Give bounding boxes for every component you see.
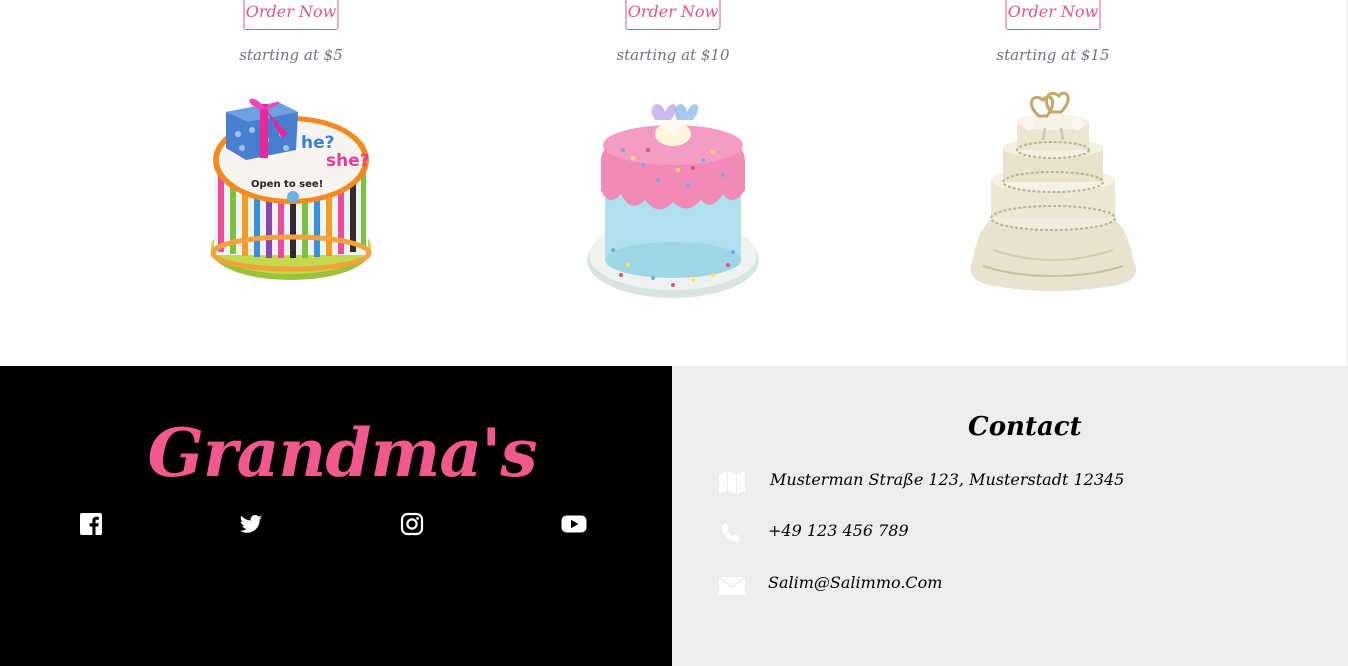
sprinkle-cake-image bbox=[587, 104, 759, 298]
footer-brand-panel: Grandma's bbox=[0, 366, 672, 666]
twitter-icon[interactable] bbox=[239, 512, 263, 536]
gender-reveal-cake-image: he? she? Open to see! bbox=[210, 98, 372, 280]
facebook-icon[interactable] bbox=[79, 512, 103, 536]
price-label: starting at $10 bbox=[616, 46, 730, 64]
map-icon bbox=[719, 471, 745, 494]
cake-text-open: Open to see! bbox=[251, 179, 323, 190]
contact-phone[interactable]: +49 123 456 789 bbox=[768, 521, 909, 540]
youtube-icon[interactable] bbox=[561, 512, 587, 536]
contact-email[interactable]: Salim@Salimmo.Com bbox=[768, 573, 942, 592]
wedding-cake-image bbox=[970, 91, 1137, 291]
order-now-button[interactable]: Order Now bbox=[625, 0, 721, 30]
order-now-button[interactable]: Order Now bbox=[243, 0, 339, 30]
phone-icon bbox=[721, 523, 740, 542]
contact-heading: Contact bbox=[968, 412, 1082, 442]
cake-text-he: he? bbox=[301, 133, 335, 153]
order-now-button[interactable]: Order Now bbox=[1005, 0, 1101, 30]
envelope-icon bbox=[718, 577, 746, 595]
price-label: starting at $15 bbox=[996, 46, 1110, 64]
brand-logo[interactable]: Grandma's bbox=[0, 414, 684, 492]
contact-address: Musterman Straße 123, Musterstadt 12345 bbox=[770, 470, 1125, 489]
products-section: Order Now starting at $5 he? she? Open t… bbox=[0, 0, 1348, 366]
price-label: starting at $5 bbox=[239, 46, 343, 64]
footer-contact-panel: Contact Musterman Straße 123, Musterstad… bbox=[672, 366, 1348, 666]
cake-text-she: she? bbox=[326, 151, 370, 171]
instagram-icon[interactable] bbox=[400, 512, 424, 536]
